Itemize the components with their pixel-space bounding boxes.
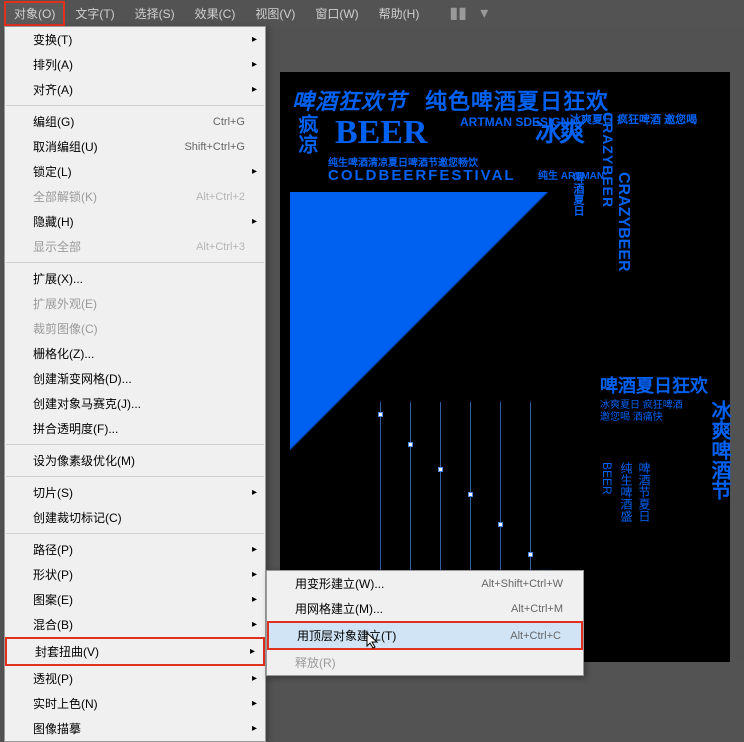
lower-vert: 冰爽啤酒节 bbox=[708, 400, 730, 500]
envelope-distort-submenu: 用变形建立(W)...Alt+Shift+Ctrl+W用网格建立(M)...Al… bbox=[266, 570, 584, 676]
lower-col-3: 啤酒节夏日 bbox=[636, 462, 653, 522]
menu-item[interactable]: 设为像素级优化(M) bbox=[5, 448, 265, 473]
menu-item[interactable]: 拼合透明度(F)... bbox=[5, 416, 265, 441]
menu-item[interactable]: 实时上色(N) bbox=[5, 691, 265, 716]
art-vert-1: 疯凉 bbox=[292, 114, 321, 154]
menu-item[interactable]: 图像描摹 bbox=[5, 716, 265, 741]
menu-item: 裁剪图像(C) bbox=[5, 316, 265, 341]
menu-select[interactable]: 选择(S) bbox=[125, 1, 185, 26]
menu-help[interactable]: 帮助(H) bbox=[369, 1, 430, 26]
menu-object[interactable]: 对象(O) bbox=[4, 1, 65, 26]
menu-item[interactable]: 隐藏(H) bbox=[5, 209, 265, 234]
menu-item[interactable]: 创建渐变网格(D)... bbox=[5, 366, 265, 391]
menu-item[interactable]: 对齐(A) bbox=[5, 77, 265, 102]
menubar: 对象(O) 文字(T) 选择(S) 效果(C) 视图(V) 窗口(W) 帮助(H… bbox=[0, 0, 744, 26]
menu-item[interactable]: 封套扭曲(V) bbox=[5, 637, 265, 666]
menu-item: 显示全部Alt+Ctrl+3 bbox=[5, 234, 265, 259]
lower-side: 冰爽夏日 疯狂啤酒 邀您喝 酒痛快 bbox=[600, 400, 688, 424]
lower-title: 啤酒夏日狂欢 bbox=[600, 372, 730, 398]
lower-col-2: 纯生啤酒盛 bbox=[618, 462, 635, 522]
object-menu-dropdown: 变换(T)排列(A)对齐(A) 编组(G)Ctrl+G取消编组(U)Shift+C… bbox=[4, 26, 266, 742]
menu-view[interactable]: 视图(V) bbox=[245, 1, 305, 26]
menu-item[interactable]: 路径(P) bbox=[5, 537, 265, 562]
menu-item[interactable]: 取消编组(U)Shift+Ctrl+G bbox=[5, 134, 265, 159]
menu-item[interactable]: 创建对象马赛克(J)... bbox=[5, 391, 265, 416]
menu-text[interactable]: 文字(T) bbox=[65, 1, 124, 26]
menu-item[interactable]: 创建裁切标记(C) bbox=[5, 505, 265, 530]
menu-item[interactable]: 透视(P) bbox=[5, 666, 265, 691]
menu-item[interactable]: 编组(G)Ctrl+G bbox=[5, 109, 265, 134]
art-crazy-2: CRAZYBEER bbox=[614, 172, 632, 272]
menu-item: 全部解锁(K)Alt+Ctrl+2 bbox=[5, 184, 265, 209]
menu-window[interactable]: 窗口(W) bbox=[305, 1, 368, 26]
menu-item[interactable]: 栅格化(Z)... bbox=[5, 341, 265, 366]
menu-item[interactable]: 切片(S) bbox=[5, 480, 265, 505]
art-festival: COLDBEERFESTIVAL bbox=[328, 167, 516, 184]
lower-col-1: BEER bbox=[600, 462, 614, 495]
menu-item[interactable]: 形状(P) bbox=[5, 562, 265, 587]
submenu-item: 释放(R) bbox=[267, 650, 583, 675]
menu-item[interactable]: 扩展(X)... bbox=[5, 266, 265, 291]
submenu-item[interactable]: 用顶层对象建立(T)Alt+Ctrl+C bbox=[267, 621, 583, 650]
menu-item: 扩展外观(E) bbox=[5, 291, 265, 316]
menu-item[interactable]: 混合(B) bbox=[5, 612, 265, 637]
lower-text-block: 啤酒夏日狂欢 冰爽啤酒节 冰爽夏日 疯狂啤酒 邀您喝 酒痛快 BEER 纯生啤酒… bbox=[600, 372, 730, 622]
menu-item[interactable]: 锁定(L) bbox=[5, 159, 265, 184]
submenu-item[interactable]: 用变形建立(W)...Alt+Shift+Ctrl+W bbox=[267, 571, 583, 596]
toolbar-separator: ▮▮ ▾ bbox=[449, 3, 488, 23]
menu-item[interactable]: 变换(T) bbox=[5, 27, 265, 52]
art-beer: BEER bbox=[335, 114, 428, 152]
menu-item[interactable]: 排列(A) bbox=[5, 52, 265, 77]
submenu-item[interactable]: 用网格建立(M)...Alt+Ctrl+M bbox=[267, 596, 583, 621]
menu-effect[interactable]: 效果(C) bbox=[185, 1, 246, 26]
art-title-1: 啤酒狂欢节 bbox=[292, 84, 407, 116]
menu-item[interactable]: 图案(E) bbox=[5, 587, 265, 612]
